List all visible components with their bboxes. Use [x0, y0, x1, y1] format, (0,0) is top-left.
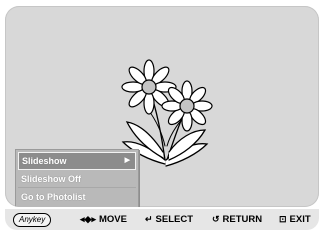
move-label: MOVE — [98, 214, 127, 225]
slideshow-menu: Slideshow ▶ Slideshow Off Go to Photolis… — [15, 149, 139, 207]
control-guide-bar: Anykey ◂◆▸ MOVE ↵ SELECT ↺ RETURN ⊡ EXIT — [5, 209, 319, 230]
exit-icon: ⊡ — [279, 214, 287, 224]
enter-icon: ↵ — [145, 214, 153, 224]
exit-hint: ⊡ EXIT — [279, 214, 311, 225]
return-icon: ↺ — [212, 214, 220, 224]
move-arrows-icon: ◂◆▸ — [80, 214, 96, 224]
exit-label: EXIT — [289, 214, 311, 225]
menu-item-slideshow[interactable]: Slideshow ▶ — [18, 152, 136, 170]
return-hint: ↺ RETURN — [212, 214, 262, 225]
menu-item-go-to-photolist[interactable]: Go to Photolist — [18, 189, 136, 205]
select-hint: ↵ SELECT — [145, 214, 193, 225]
submenu-arrow-icon: ▶ — [124, 157, 130, 164]
select-label: SELECT — [155, 214, 194, 225]
menu-item-label: Go to Photolist — [21, 192, 86, 202]
anykey-button[interactable]: Anykey — [13, 212, 52, 227]
return-label: RETURN — [222, 214, 263, 225]
move-hint: ◂◆▸ MOVE — [80, 214, 127, 225]
tv-screen: Slideshow ▶ Slideshow Off Go to Photolis… — [5, 6, 319, 207]
menu-item-label: Slideshow — [22, 156, 67, 166]
menu-item-label: Slideshow Off — [21, 174, 82, 184]
menu-item-slideshow-off[interactable]: Slideshow Off — [18, 171, 136, 188]
